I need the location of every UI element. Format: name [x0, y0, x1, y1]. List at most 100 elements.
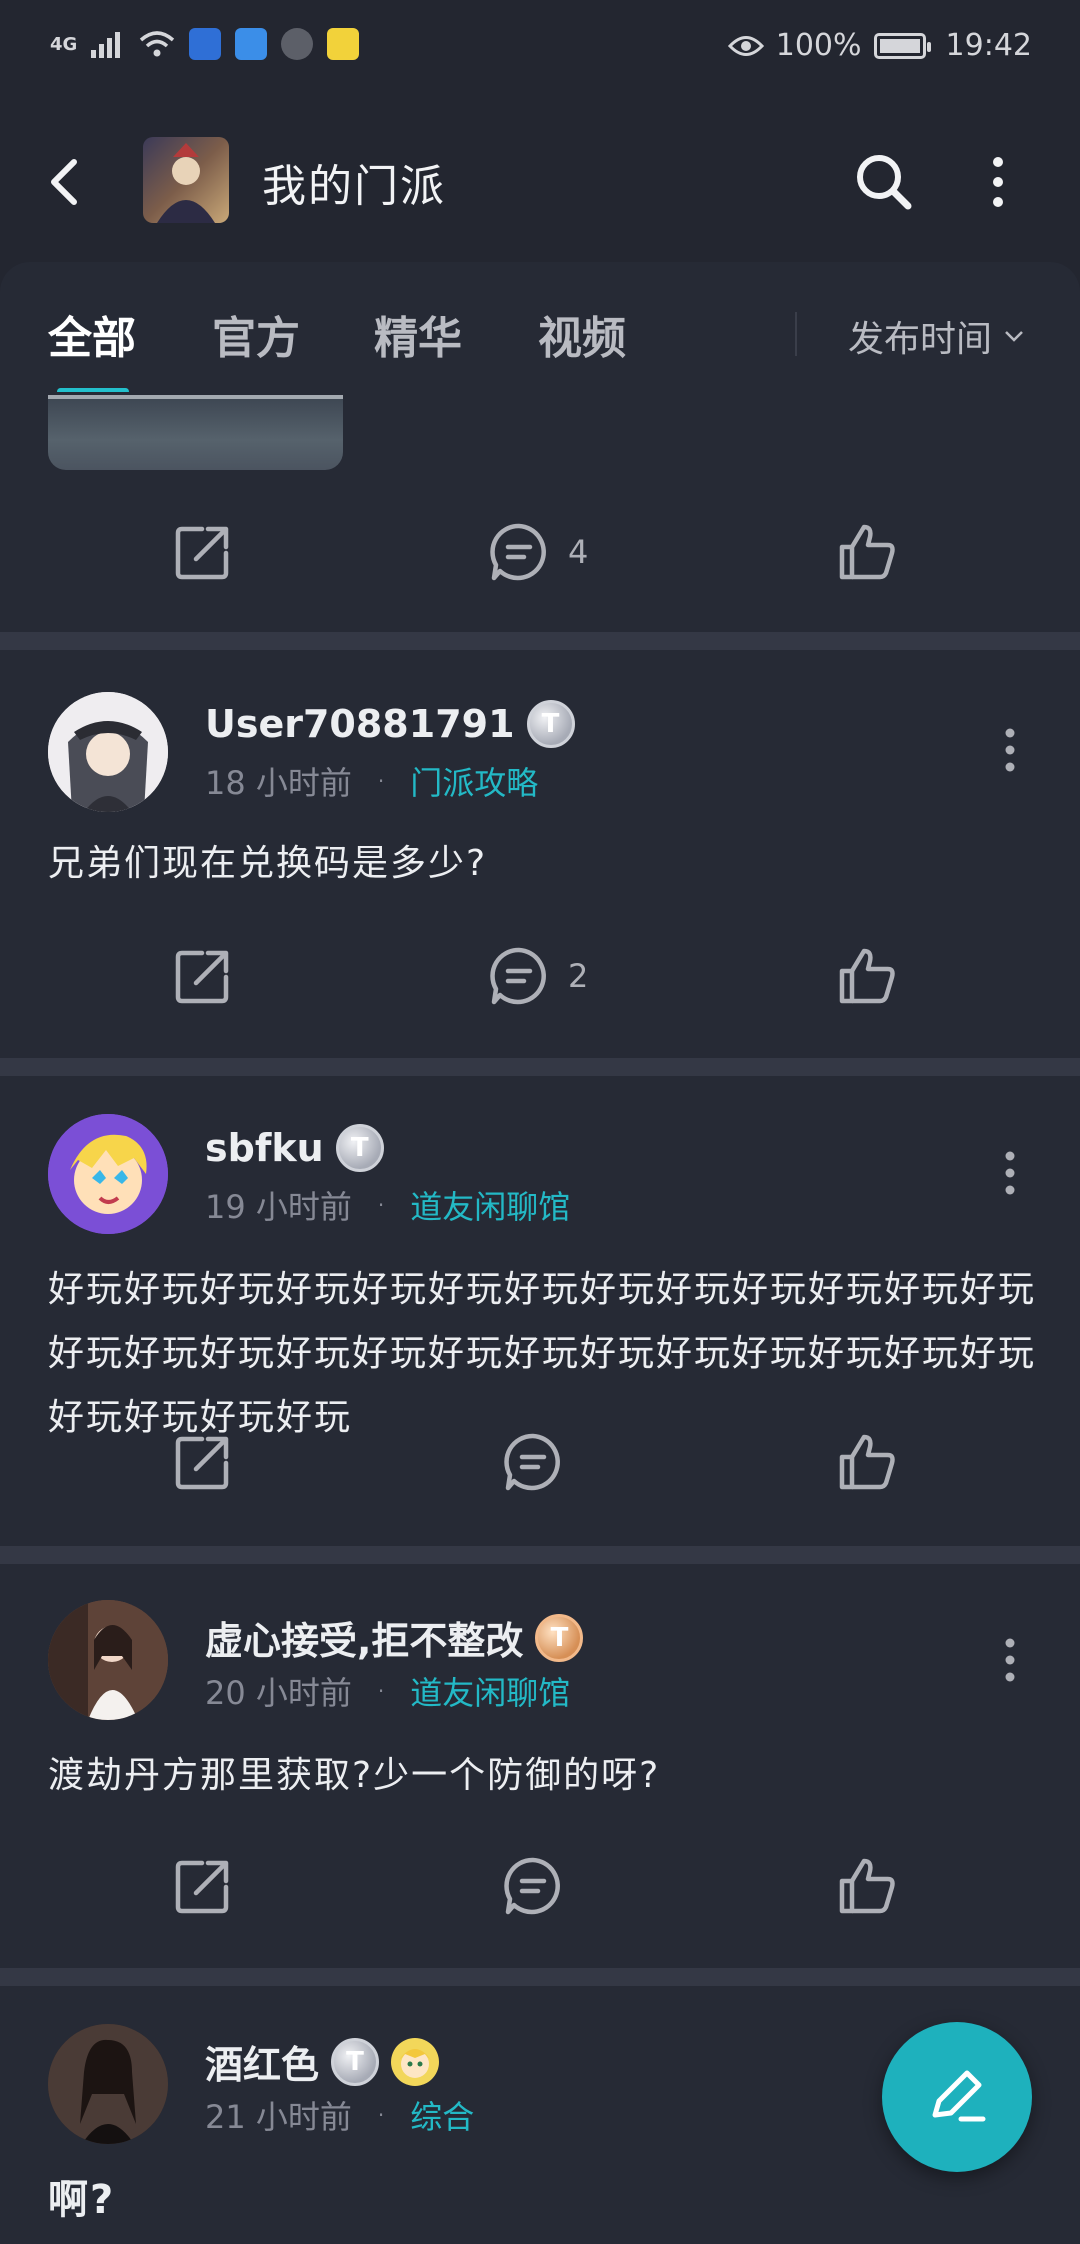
post-time: 18 小时前 — [205, 764, 352, 802]
like-icon — [839, 1858, 895, 1914]
share-icon — [175, 1436, 229, 1490]
comment-count: 4 — [568, 533, 589, 571]
username[interactable]: 虚心接受,拒不整改 T — [205, 1610, 584, 1665]
edit-pen-icon — [932, 2070, 986, 2122]
wifi-icon — [140, 31, 175, 57]
like-button[interactable] — [836, 1846, 898, 1926]
clock: 19:42 — [945, 28, 1032, 63]
post-text[interactable]: 渡劫丹方那里获取?少一个防御的呀? — [48, 1744, 1038, 1808]
search-icon[interactable] — [852, 150, 916, 214]
share-button[interactable] — [172, 1422, 234, 1502]
category-tabs: 全部 官方 精华 视频 发布时间 — [0, 262, 1080, 395]
signal-icon — [91, 32, 121, 58]
post-text[interactable]: 兄弟们现在兑换码是多少? — [48, 832, 1038, 896]
card-separator — [0, 1546, 1080, 1564]
post-more-icon[interactable] — [1000, 725, 1020, 775]
post-meta: 19 小时前 · 道友闲聊馆 — [205, 1182, 570, 1228]
weather-app-icon — [235, 28, 268, 60]
username[interactable]: sbfku T — [205, 1124, 384, 1172]
username-text: User70881791 — [205, 702, 515, 746]
badge-letter: T — [350, 1133, 369, 1163]
username-text: 虚心接受,拒不整改 — [205, 1619, 524, 1663]
post-category[interactable]: 综合 — [410, 2092, 474, 2138]
tab-official[interactable]: 官方 — [212, 302, 300, 366]
post-text[interactable]: 啊? — [48, 2168, 1038, 2232]
back-arrow-icon[interactable] — [40, 152, 90, 212]
battery-percent: 100% — [775, 28, 862, 63]
comment-icon — [490, 523, 546, 581]
tab-video[interactable]: 视频 — [538, 302, 626, 366]
share-icon — [175, 950, 229, 1004]
username-text: sbfku — [205, 1126, 324, 1170]
comment-button[interactable] — [502, 1422, 582, 1502]
character-badge-icon — [391, 2037, 440, 2086]
share-button[interactable] — [172, 512, 234, 592]
post-more-icon[interactable] — [1000, 1148, 1020, 1198]
meta-dot: · — [377, 1193, 385, 1217]
avatar[interactable] — [48, 692, 168, 812]
tab-divider — [795, 312, 797, 356]
share-button[interactable] — [172, 1846, 234, 1926]
card-separator — [0, 1058, 1080, 1076]
card-separator — [0, 1968, 1080, 1986]
like-icon — [839, 1434, 895, 1490]
sort-dropdown[interactable]: 发布时间 — [848, 310, 1024, 362]
tab-featured[interactable]: 精华 — [374, 302, 462, 366]
like-button[interactable] — [836, 512, 898, 592]
meta-dot: · — [377, 2103, 385, 2127]
level-badge: T — [526, 700, 575, 748]
post-actions: 4 — [0, 512, 1080, 592]
chevron-down-icon — [1005, 331, 1023, 342]
username[interactable]: 酒红色 T — [205, 2034, 440, 2089]
status-left: 4G — [50, 28, 360, 60]
level-badge: T — [535, 1613, 584, 1662]
post-meta: 21 小时前 · 综合 — [205, 2092, 474, 2138]
comment-button[interactable]: 2 — [488, 936, 588, 1016]
post-category[interactable]: 道友闲聊馆 — [410, 1668, 570, 1714]
like-button[interactable] — [836, 1422, 898, 1502]
avatar[interactable] — [48, 2024, 168, 2144]
badge-letter: T — [541, 709, 560, 739]
network-type: 4G — [50, 33, 78, 55]
badge-letter: T — [550, 1622, 569, 1653]
battery-icon — [873, 32, 931, 59]
level-badge: T — [335, 1124, 384, 1172]
eye-comfort-icon — [727, 35, 764, 56]
meta-dot: · — [377, 1679, 385, 1703]
post-category[interactable]: 门派攻略 — [410, 758, 538, 804]
post-more-icon[interactable] — [1000, 1635, 1020, 1685]
green-app-icon — [327, 28, 360, 60]
avatar[interactable] — [48, 1114, 168, 1234]
meta-dot: · — [377, 769, 385, 793]
like-icon — [839, 948, 895, 1004]
app-screen: 4G 100% 19:42 我的门派 全部 官方 精华 视频 发布时间 4 Us… — [0, 0, 1080, 2244]
compose-post-button[interactable] — [882, 2022, 1032, 2172]
post-meta: 20 小时前 · 道友闲聊馆 — [205, 1668, 570, 1714]
post-actions — [0, 1846, 1080, 1926]
comment-count: 2 — [568, 957, 589, 995]
more-vertical-icon[interactable] — [980, 150, 1016, 214]
post-actions — [0, 1422, 1080, 1502]
post-time: 19 小时前 — [205, 1188, 352, 1226]
like-button[interactable] — [836, 936, 898, 1016]
avatar[interactable] — [48, 1600, 168, 1720]
sort-label: 发布时间 — [848, 319, 993, 360]
app-header: 我的门派 — [0, 100, 1080, 265]
username[interactable]: User70881791 T — [205, 700, 575, 748]
post-time: 21 小时前 — [205, 2098, 352, 2136]
comment-icon — [504, 1857, 560, 1915]
username-text: 酒红色 — [205, 2043, 320, 2087]
share-icon — [175, 1860, 229, 1914]
status-bar: 4G 100% 19:42 — [0, 0, 1080, 100]
comment-button[interactable]: 4 — [488, 512, 588, 592]
comment-button[interactable] — [502, 1846, 582, 1926]
post-category[interactable]: 道友闲聊馆 — [410, 1182, 570, 1228]
comment-icon — [504, 1433, 560, 1491]
share-button[interactable] — [172, 936, 234, 1016]
post-image[interactable] — [48, 395, 343, 470]
shield-app-icon — [189, 28, 222, 60]
tab-all[interactable]: 全部 — [48, 302, 136, 366]
status-right: 100% 19:42 — [727, 28, 1032, 63]
audio-app-icon — [281, 28, 314, 60]
app-logo — [143, 137, 229, 223]
